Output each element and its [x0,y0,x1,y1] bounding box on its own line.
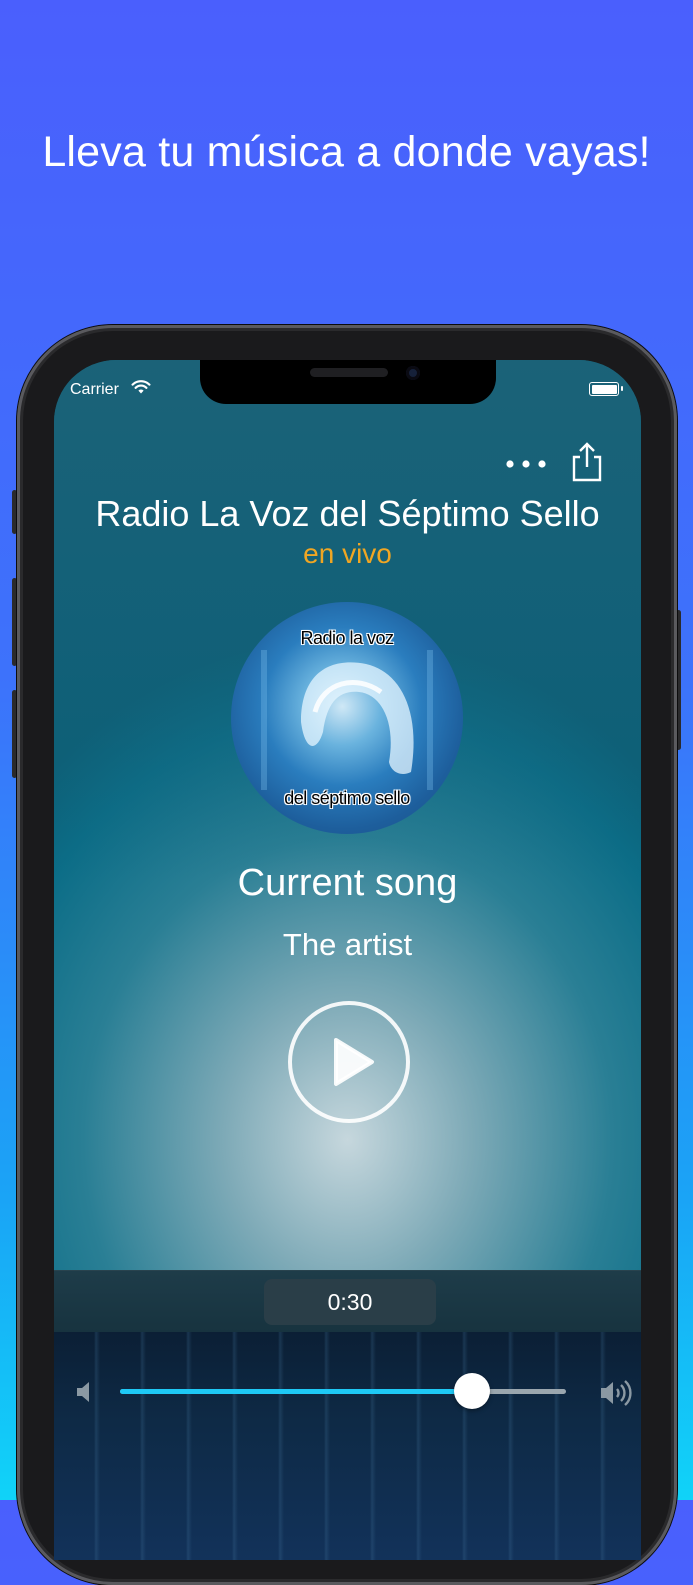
song-title: Current song [237,862,458,904]
volume-slider-thumb[interactable] [454,1373,491,1409]
battery-icon [589,382,623,396]
promo-headline: Lleva tu música a donde vayas! [42,128,651,176]
artist-name: The artist [282,927,413,962]
volume-slider[interactable] [120,1373,566,1409]
play-button[interactable] [288,1001,410,1123]
share-icon[interactable] [568,442,606,482]
volume-slider-fill [120,1389,473,1394]
artwork-bottom-text: del séptimo sello [284,788,410,808]
live-status: en vivo [303,538,392,569]
artwork-top-text: Radio la voz [300,628,394,648]
station-title: Radio La Voz del Séptimo Sello [95,493,600,534]
more-horizontal-icon[interactable] [505,456,547,472]
volume-panel [54,1332,641,1560]
phone-notch [200,360,496,404]
sleep-timer-bar: 0:30 [54,1270,641,1333]
carrier-label: Carrier [70,381,119,398]
sleep-timer-button[interactable]: 0:30 [264,1279,436,1325]
wifi-icon [131,380,151,394]
earpiece-speaker [310,368,388,377]
play-icon [334,1038,374,1086]
station-artwork: Radio la voz del séptimo sello [231,602,463,834]
speaker-high-icon [601,1380,632,1406]
phone-screen: Carrier Radio La Voz del Séptimo Sello e… [54,360,641,1560]
front-camera [406,366,420,380]
speaker-low-icon [77,1382,89,1402]
